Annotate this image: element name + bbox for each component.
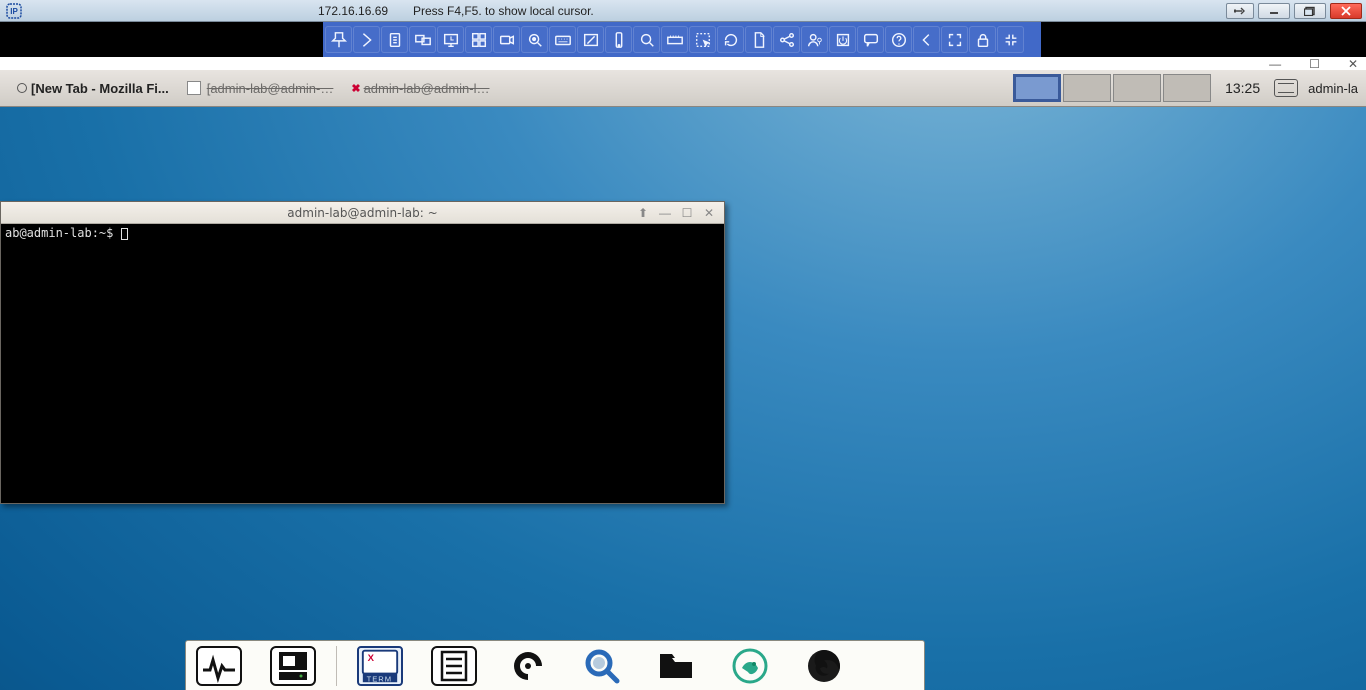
taskbar-item-label: [New Tab - Mozilla Fi... <box>31 81 169 96</box>
terminal-minimize-icon[interactable]: — <box>658 206 672 220</box>
workspace-4[interactable] <box>1163 74 1211 102</box>
keyboard-icon[interactable] <box>549 26 576 53</box>
keyboard-layout-icon[interactable] <box>1274 79 1298 97</box>
user-menu[interactable]: admin-la <box>1308 81 1364 96</box>
yast-chameleon-icon[interactable] <box>727 646 773 686</box>
share-icon[interactable] <box>773 26 800 53</box>
workspace-2[interactable] <box>1063 74 1111 102</box>
forward-icon[interactable] <box>353 26 380 53</box>
xterm-icon: ✖ <box>351 82 360 95</box>
host-hint-label: Press F4,F5. to show local cursor. <box>413 4 594 18</box>
terminal-window[interactable]: admin-lab@admin-lab: ~ ⬆ — ☐ ✕ ab@admin-… <box>0 201 725 504</box>
refresh-round-icon[interactable] <box>717 26 744 53</box>
minimize-button[interactable] <box>1258 3 1290 19</box>
taskbar-item-label: [admin-lab@admin-… <box>207 81 334 96</box>
terminal-close-icon[interactable]: ✕ <box>702 206 716 220</box>
taskbar-item-firefox[interactable]: [New Tab - Mozilla Fi... <box>0 73 178 103</box>
workspace-3[interactable] <box>1113 74 1161 102</box>
terminal-cursor <box>121 228 128 240</box>
chat-icon[interactable] <box>857 26 884 53</box>
pen-tablet-icon[interactable] <box>577 26 604 53</box>
terminal-keep-above-icon[interactable]: ⬆ <box>636 206 650 220</box>
inner-minimize-icon[interactable]: — <box>1269 57 1281 71</box>
magnifier-icon[interactable] <box>633 26 660 53</box>
send-ctrl-alt-del-icon[interactable] <box>437 26 464 53</box>
vnc-toolbar <box>323 22 1041 57</box>
user-key-icon[interactable] <box>801 26 828 53</box>
taskbar-item-term1[interactable]: [admin-lab@admin-… <box>178 73 343 103</box>
terminal-titlebar[interactable]: admin-lab@admin-lab: ~ ⬆ — ☐ ✕ <box>1 202 724 224</box>
notes-icon[interactable] <box>431 646 477 686</box>
host-window-titlebar: IP 172.16.16.69 Press F4,F5. to show loc… <box>0 0 1366 22</box>
appfinder-icon[interactable] <box>505 646 551 686</box>
disk-manager-icon[interactable] <box>270 646 316 686</box>
svg-text:X: X <box>368 653 375 664</box>
firefox-icon[interactable] <box>801 646 847 686</box>
pin-button[interactable] <box>1226 3 1254 19</box>
inner-close-icon[interactable]: ✕ <box>1348 57 1358 71</box>
maximize-button[interactable] <box>1294 3 1326 19</box>
power-box-icon[interactable] <box>829 26 856 53</box>
activity-monitor-icon[interactable] <box>196 646 242 686</box>
vnc-toolbar-band <box>0 22 1366 57</box>
host-ip-label: 172.16.16.69 <box>318 4 388 18</box>
monitors-icon[interactable] <box>409 26 436 53</box>
workspace-pager: 13:25 admin-la <box>1011 72 1366 104</box>
svg-text:IP: IP <box>10 7 18 16</box>
close-button[interactable] <box>1330 3 1362 19</box>
window-icon <box>187 81 201 95</box>
terminal-title: admin-lab@admin-lab: ~ <box>1 206 724 220</box>
taskbar-item-label: admin-lab@admin-l… <box>364 81 490 96</box>
app-icon: IP <box>6 3 22 19</box>
file-manager-icon[interactable] <box>653 646 699 686</box>
workspace-1[interactable] <box>1013 74 1061 102</box>
remote-app-window-controls: — ☐ ✕ <box>0 57 1366 70</box>
host-window-controls <box>1226 3 1366 19</box>
lock-icon[interactable] <box>969 26 996 53</box>
document-icon[interactable] <box>745 26 772 53</box>
taskbar-item-term2[interactable]: ✖ admin-lab@admin-l… <box>342 73 498 103</box>
zoom-target-icon[interactable] <box>521 26 548 53</box>
windows-icon[interactable] <box>465 26 492 53</box>
pin-icon[interactable] <box>325 26 352 53</box>
svg-text:TERM: TERM <box>367 674 392 683</box>
terminal-prompt: ab@admin-lab:~$ <box>5 226 121 240</box>
help-icon[interactable] <box>885 26 912 53</box>
dock-separator <box>336 646 337 686</box>
phone-icon[interactable] <box>605 26 632 53</box>
remote-taskbar: [New Tab - Mozilla Fi... [admin-lab@admi… <box>0 70 1366 107</box>
back-arrow-icon[interactable] <box>913 26 940 53</box>
copy-doc-icon[interactable] <box>381 26 408 53</box>
search-icon[interactable] <box>579 646 625 686</box>
record-icon[interactable] <box>493 26 520 53</box>
remote-desktop[interactable]: [New Tab - Mozilla Fi... [admin-lab@admi… <box>0 57 1366 690</box>
inner-maximize-icon[interactable]: ☐ <box>1309 57 1320 71</box>
clock: 13:25 <box>1225 80 1260 96</box>
dock: X TERM <box>185 640 925 690</box>
select-area-icon[interactable] <box>689 26 716 53</box>
fullscreen-exit-icon[interactable] <box>997 26 1024 53</box>
terminal-maximize-icon[interactable]: ☐ <box>680 206 694 220</box>
ruler-keyboard-icon[interactable] <box>661 26 688 53</box>
xterm-icon[interactable]: X TERM <box>357 646 403 686</box>
fullscreen-enter-icon[interactable] <box>941 26 968 53</box>
terminal-body[interactable]: ab@admin-lab:~$ <box>1 224 724 503</box>
